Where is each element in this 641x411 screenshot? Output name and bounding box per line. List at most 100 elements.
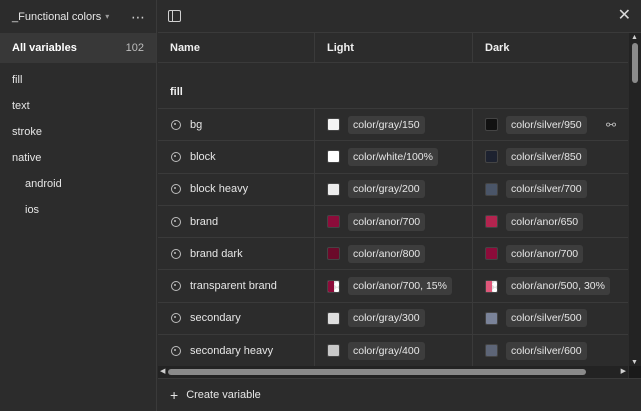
table-row[interactable]: block color/white/100% color/silver/850	[158, 140, 628, 173]
transparent-color-swatch	[485, 279, 498, 293]
all-variables-item[interactable]: All variables 102	[0, 33, 156, 63]
variables-table-panel: ✕ Name Light Dark fill bg color/gray/150…	[158, 0, 641, 411]
table-row[interactable]: secondary color/gray/300 color/silver/50…	[158, 301, 628, 335]
column-header-light[interactable]: Light	[315, 33, 473, 62]
alias-chip[interactable]: color/gray/300	[348, 309, 425, 328]
dark-value-cell[interactable]: color/silver/950 ⚯	[473, 109, 628, 140]
table-row[interactable]: brand dark color/anor/800 color/anor/700	[158, 237, 628, 270]
color-swatch	[327, 182, 340, 196]
alias-chip[interactable]: color/anor/700	[506, 244, 584, 263]
light-value-cell[interactable]: color/anor/800	[315, 238, 473, 270]
sidebar-item-text[interactable]: text	[0, 93, 156, 119]
light-value-cell[interactable]: color/white/100%	[315, 141, 473, 173]
variable-name: secondary heavy	[190, 344, 274, 357]
color-swatch	[485, 344, 498, 358]
top-bar: ✕	[158, 0, 641, 33]
transparent-color-swatch	[327, 279, 340, 293]
color-swatch	[327, 247, 340, 261]
alias-chip[interactable]: color/silver/700	[506, 180, 587, 199]
scroll-right-icon[interactable]: ▶	[621, 367, 626, 375]
collection-header: _Functional colors ▾ ⋯	[0, 0, 156, 33]
create-variable-button[interactable]: + Create variable	[158, 378, 641, 411]
variable-name-cell[interactable]: secondary heavy	[158, 335, 315, 367]
alias-chip[interactable]: color/gray/150	[348, 115, 425, 134]
table-row[interactable]: bg color/gray/150 color/silver/950 ⚯	[158, 108, 628, 141]
scroll-up-icon[interactable]: ▲	[631, 34, 638, 41]
unlink-icon[interactable]: ⚯	[606, 118, 616, 132]
alias-chip[interactable]: color/anor/500, 30%	[506, 277, 610, 296]
palette-icon	[171, 119, 181, 130]
more-icon[interactable]: ⋯	[131, 10, 146, 24]
alias-chip[interactable]: color/silver/500	[506, 309, 587, 328]
alias-chip[interactable]: color/silver/850	[506, 147, 587, 166]
variable-name: secondary	[190, 312, 241, 325]
collection-selector[interactable]: _Functional colors ▾	[12, 11, 109, 23]
alias-chip[interactable]: color/anor/650	[506, 212, 584, 231]
alias-chip[interactable]: color/anor/700, 15%	[348, 277, 452, 296]
dark-value-cell[interactable]: color/anor/650	[473, 206, 628, 237]
dark-value-cell[interactable]: color/silver/700	[473, 174, 628, 205]
variable-name-cell[interactable]: block	[158, 141, 315, 173]
group-list: fill text stroke native android ios	[0, 63, 156, 223]
variable-name-cell[interactable]: brand	[158, 205, 315, 238]
dark-value-cell[interactable]: color/silver/850	[473, 141, 628, 172]
sidebar-item-native[interactable]: native	[0, 145, 156, 171]
dark-value-cell[interactable]: color/anor/500, 30%	[473, 270, 628, 301]
vertical-scrollbar[interactable]: ▲ ▼	[629, 33, 641, 367]
scrollbar-thumb[interactable]	[632, 43, 638, 83]
light-value-cell[interactable]: color/gray/150	[315, 109, 473, 141]
sidebar-item-fill[interactable]: fill	[0, 67, 156, 93]
light-value-cell[interactable]: color/anor/700, 15%	[315, 270, 473, 302]
dark-value-cell[interactable]: color/silver/500	[473, 303, 628, 334]
light-value-cell[interactable]: color/anor/700	[315, 205, 473, 238]
collection-title: _Functional colors	[12, 10, 102, 23]
table-row[interactable]: block heavy color/gray/200 color/silver/…	[158, 172, 628, 205]
sidebar-item-label: fill	[12, 74, 23, 86]
color-swatch	[327, 215, 340, 229]
palette-icon	[171, 345, 181, 356]
column-header-dark[interactable]: Dark	[473, 33, 628, 62]
dark-value-cell[interactable]: color/anor/700	[473, 238, 628, 269]
scroll-down-icon[interactable]: ▼	[631, 359, 638, 366]
alias-chip[interactable]: color/anor/800	[348, 244, 426, 263]
dark-value-cell[interactable]: color/silver/600	[473, 335, 628, 366]
table-row[interactable]: secondary heavy color/gray/400 color/sil…	[158, 334, 628, 367]
sidebar-item-ios[interactable]: ios	[0, 197, 156, 223]
create-variable-label: Create variable	[186, 389, 261, 401]
sidebar-item-label: text	[12, 100, 30, 112]
scroll-left-icon[interactable]: ◀	[160, 367, 165, 375]
table-row[interactable]: transparent brand color/anor/700, 15% co…	[158, 269, 628, 302]
light-value-cell[interactable]: color/gray/400	[315, 335, 473, 367]
variable-name-cell[interactable]: bg	[158, 109, 315, 141]
alias-chip[interactable]: color/white/100%	[348, 147, 438, 166]
sidebar-item-android[interactable]: android	[0, 171, 156, 197]
chevron-down-icon: ▾	[105, 12, 110, 21]
variable-name-cell[interactable]: block heavy	[158, 173, 315, 205]
close-icon[interactable]: ✕	[618, 8, 631, 24]
palette-icon	[171, 184, 181, 195]
alias-chip[interactable]: color/silver/950	[506, 115, 587, 134]
alias-chip[interactable]: color/gray/400	[348, 341, 425, 360]
alias-chip[interactable]: color/anor/700	[348, 212, 426, 231]
column-header-name[interactable]: Name	[158, 33, 315, 62]
scrollbar-thumb[interactable]	[168, 369, 586, 375]
palette-icon	[171, 151, 181, 162]
palette-icon	[171, 313, 181, 324]
variable-name: block	[190, 150, 216, 163]
light-value-cell[interactable]: color/gray/300	[315, 302, 473, 335]
color-swatch	[327, 118, 340, 132]
light-value-cell[interactable]: color/gray/200	[315, 173, 473, 205]
plus-icon: +	[170, 387, 179, 403]
alias-chip[interactable]: color/gray/200	[348, 180, 425, 199]
variable-name: bg	[190, 118, 203, 131]
alias-chip[interactable]: color/silver/600	[506, 341, 587, 360]
sidebar-item-label: native	[12, 152, 42, 164]
sidebar-item-stroke[interactable]: stroke	[0, 119, 156, 145]
horizontal-scrollbar[interactable]: ◀ ▶	[158, 366, 628, 378]
color-swatch	[327, 311, 340, 325]
variable-name-cell[interactable]: brand dark	[158, 238, 315, 270]
variable-name-cell[interactable]: secondary	[158, 302, 315, 335]
table-row[interactable]: brand color/anor/700 color/anor/650	[158, 204, 628, 238]
sidebar-toggle-icon[interactable]	[168, 10, 181, 22]
variable-name-cell[interactable]: transparent brand	[158, 270, 315, 302]
